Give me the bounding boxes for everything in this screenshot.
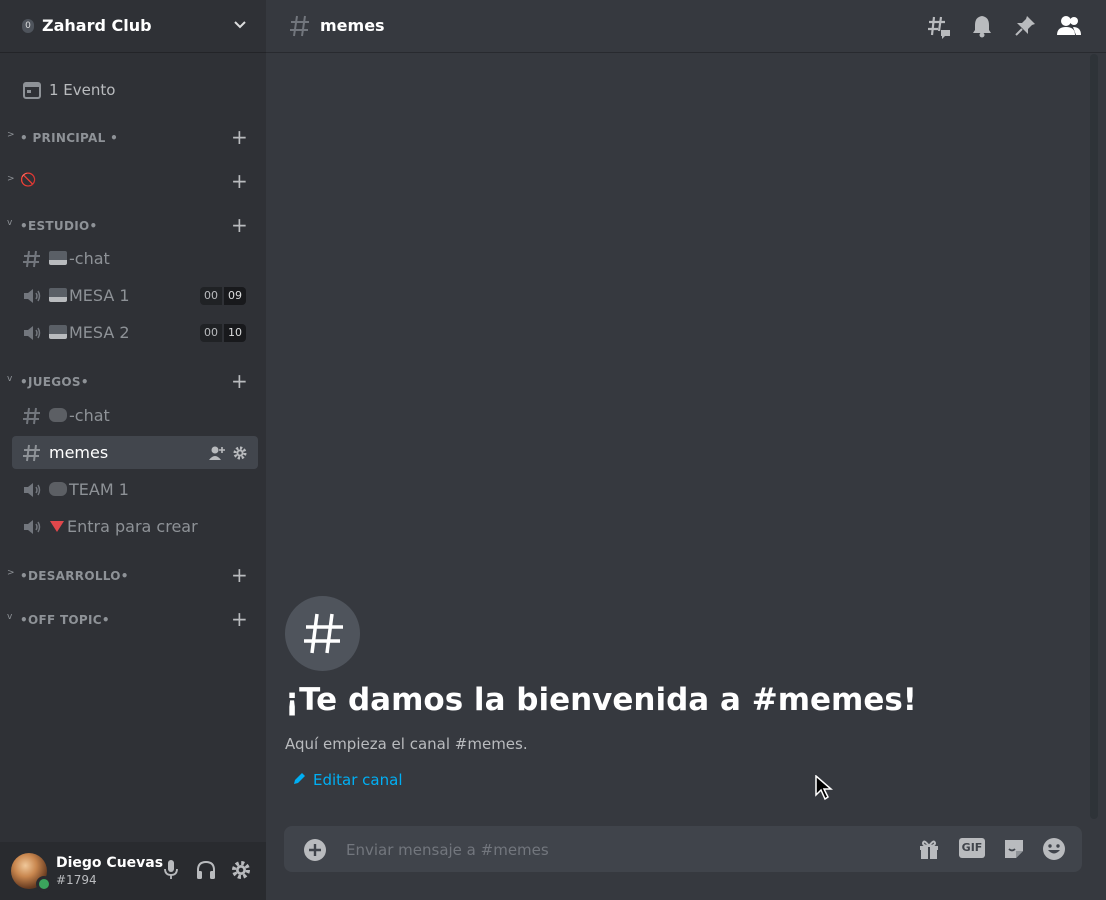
category-desarrollo[interactable]: > •DESARROLLO• + bbox=[0, 564, 266, 588]
gear-icon[interactable] bbox=[232, 445, 248, 461]
sticker-icon[interactable] bbox=[1002, 837, 1026, 861]
channel-hashtag-avatar bbox=[285, 596, 360, 671]
events-button[interactable]: 1 Evento bbox=[8, 74, 258, 106]
add-attachment-icon[interactable] bbox=[303, 838, 327, 862]
user-limit: 09 bbox=[224, 287, 246, 305]
create-channel-icon[interactable]: + bbox=[231, 170, 248, 192]
user-tag: #1794 bbox=[56, 873, 97, 887]
hashtag-icon bbox=[23, 250, 40, 268]
channel-memes[interactable]: memes bbox=[12, 436, 258, 469]
edit-channel-label: Editar canal bbox=[313, 771, 403, 789]
channel-entra-para-crear[interactable]: Entra para crear bbox=[12, 510, 258, 543]
channel-mesa-1[interactable]: MESA 1 00 09 bbox=[12, 279, 258, 312]
chevron-down-icon: v bbox=[7, 218, 13, 228]
message-composer: GIF bbox=[284, 826, 1082, 872]
category-label: •OFF TOPIC• bbox=[20, 613, 110, 627]
category-label: • PRINCIPAL • bbox=[20, 131, 119, 145]
category-juegos[interactable]: v •JUEGOS• + bbox=[0, 370, 266, 394]
laptop-icon bbox=[49, 325, 67, 339]
channel-juegos-chat[interactable]: -chat bbox=[12, 399, 258, 432]
category-label: 🚫 bbox=[20, 173, 37, 188]
create-channel-icon[interactable]: + bbox=[231, 214, 248, 236]
category-label: •DESARROLLO• bbox=[20, 569, 129, 583]
laptop-icon bbox=[49, 251, 67, 265]
bell-icon[interactable] bbox=[970, 14, 994, 38]
category-label: •JUEGOS• bbox=[20, 375, 89, 389]
channel-label: TEAM 1 bbox=[69, 480, 129, 499]
settings-gear-icon[interactable] bbox=[230, 859, 252, 881]
create-channel-icon[interactable]: + bbox=[231, 370, 248, 392]
welcome-subtitle: Aquí empieza el canal #memes. bbox=[285, 735, 528, 753]
server-header[interactable]: 0 Zahard Club bbox=[0, 0, 266, 52]
channel-estudio-chat[interactable]: -chat bbox=[12, 242, 258, 275]
hashtag-icon bbox=[304, 613, 343, 654]
channel-label: Entra para crear bbox=[67, 517, 198, 536]
channel-label: MESA 2 bbox=[69, 323, 130, 342]
speaker-icon bbox=[24, 520, 41, 534]
headphones-icon[interactable] bbox=[195, 859, 217, 881]
member-list-icon[interactable] bbox=[1056, 14, 1082, 38]
chevron-right-icon: > bbox=[7, 568, 15, 578]
gift-icon[interactable] bbox=[917, 837, 941, 861]
username: Diego Cuevas bbox=[56, 855, 164, 871]
calendar-icon bbox=[23, 82, 41, 99]
chevron-right-icon: > bbox=[7, 174, 15, 184]
speaker-icon bbox=[24, 326, 41, 340]
channel-label: -chat bbox=[69, 406, 110, 425]
channel-title: memes bbox=[320, 16, 385, 35]
user-limit: 10 bbox=[224, 324, 246, 342]
gif-button[interactable]: GIF bbox=[959, 838, 985, 858]
pencil-icon bbox=[294, 773, 305, 784]
speaker-icon bbox=[24, 483, 41, 497]
chevron-down-icon: v bbox=[7, 612, 13, 622]
channel-label: MESA 1 bbox=[69, 286, 130, 305]
category-off-topic[interactable]: v •OFF TOPIC• + bbox=[0, 608, 266, 632]
game-controller-icon bbox=[49, 408, 67, 422]
channel-sidebar: 0 Zahard Club 1 Evento > • PRINCIPAL • +… bbox=[0, 0, 266, 900]
chevron-down-icon: v bbox=[7, 374, 13, 384]
red-triangle-down-icon bbox=[50, 521, 64, 532]
category-label: •ESTUDIO• bbox=[20, 219, 98, 233]
user-count: 00 bbox=[200, 287, 222, 305]
create-channel-icon[interactable]: + bbox=[231, 126, 248, 148]
emoji-picker-icon[interactable] bbox=[1042, 837, 1066, 861]
pin-icon[interactable] bbox=[1013, 14, 1037, 38]
speaker-icon bbox=[24, 289, 41, 303]
invite-user-icon[interactable] bbox=[208, 445, 226, 461]
threads-icon[interactable] bbox=[926, 14, 952, 40]
scrollbar-track[interactable] bbox=[1090, 54, 1098, 819]
user-count: 00 bbox=[200, 324, 222, 342]
channel-label: -chat bbox=[69, 249, 110, 268]
channel-team-1[interactable]: TEAM 1 bbox=[12, 473, 258, 506]
events-label: 1 Evento bbox=[49, 81, 116, 99]
hashtag-icon bbox=[290, 15, 309, 37]
mouse-pointer-icon bbox=[815, 775, 833, 801]
hashtag-icon bbox=[23, 444, 40, 462]
user-panel: Diego Cuevas #1794 bbox=[0, 842, 266, 900]
category-principal[interactable]: > • PRINCIPAL • + bbox=[0, 126, 266, 150]
server-name: Zahard Club bbox=[42, 16, 152, 35]
game-controller-icon bbox=[49, 482, 67, 496]
category-estudio[interactable]: v •ESTUDIO• + bbox=[0, 214, 266, 238]
hashtag-icon bbox=[23, 407, 40, 425]
message-input[interactable] bbox=[344, 837, 908, 863]
channel-label: memes bbox=[49, 443, 109, 462]
online-status-icon bbox=[36, 876, 52, 892]
microphone-icon[interactable] bbox=[161, 859, 181, 881]
create-channel-icon[interactable]: + bbox=[231, 608, 248, 630]
laptop-icon bbox=[49, 288, 67, 302]
channel-mesa-2[interactable]: MESA 2 00 10 bbox=[12, 316, 258, 349]
category-blocked[interactable]: > 🚫 + bbox=[0, 170, 266, 194]
edit-channel-link[interactable]: Editar canal bbox=[292, 771, 402, 789]
server-boost-badge: 0 bbox=[22, 19, 34, 33]
create-channel-icon[interactable]: + bbox=[231, 564, 248, 586]
chevron-right-icon: > bbox=[7, 130, 15, 140]
welcome-heading: ¡Te damos la bienvenida a #memes! bbox=[285, 682, 917, 718]
chevron-down-icon[interactable] bbox=[232, 17, 248, 33]
channel-header: memes bbox=[266, 0, 1106, 52]
